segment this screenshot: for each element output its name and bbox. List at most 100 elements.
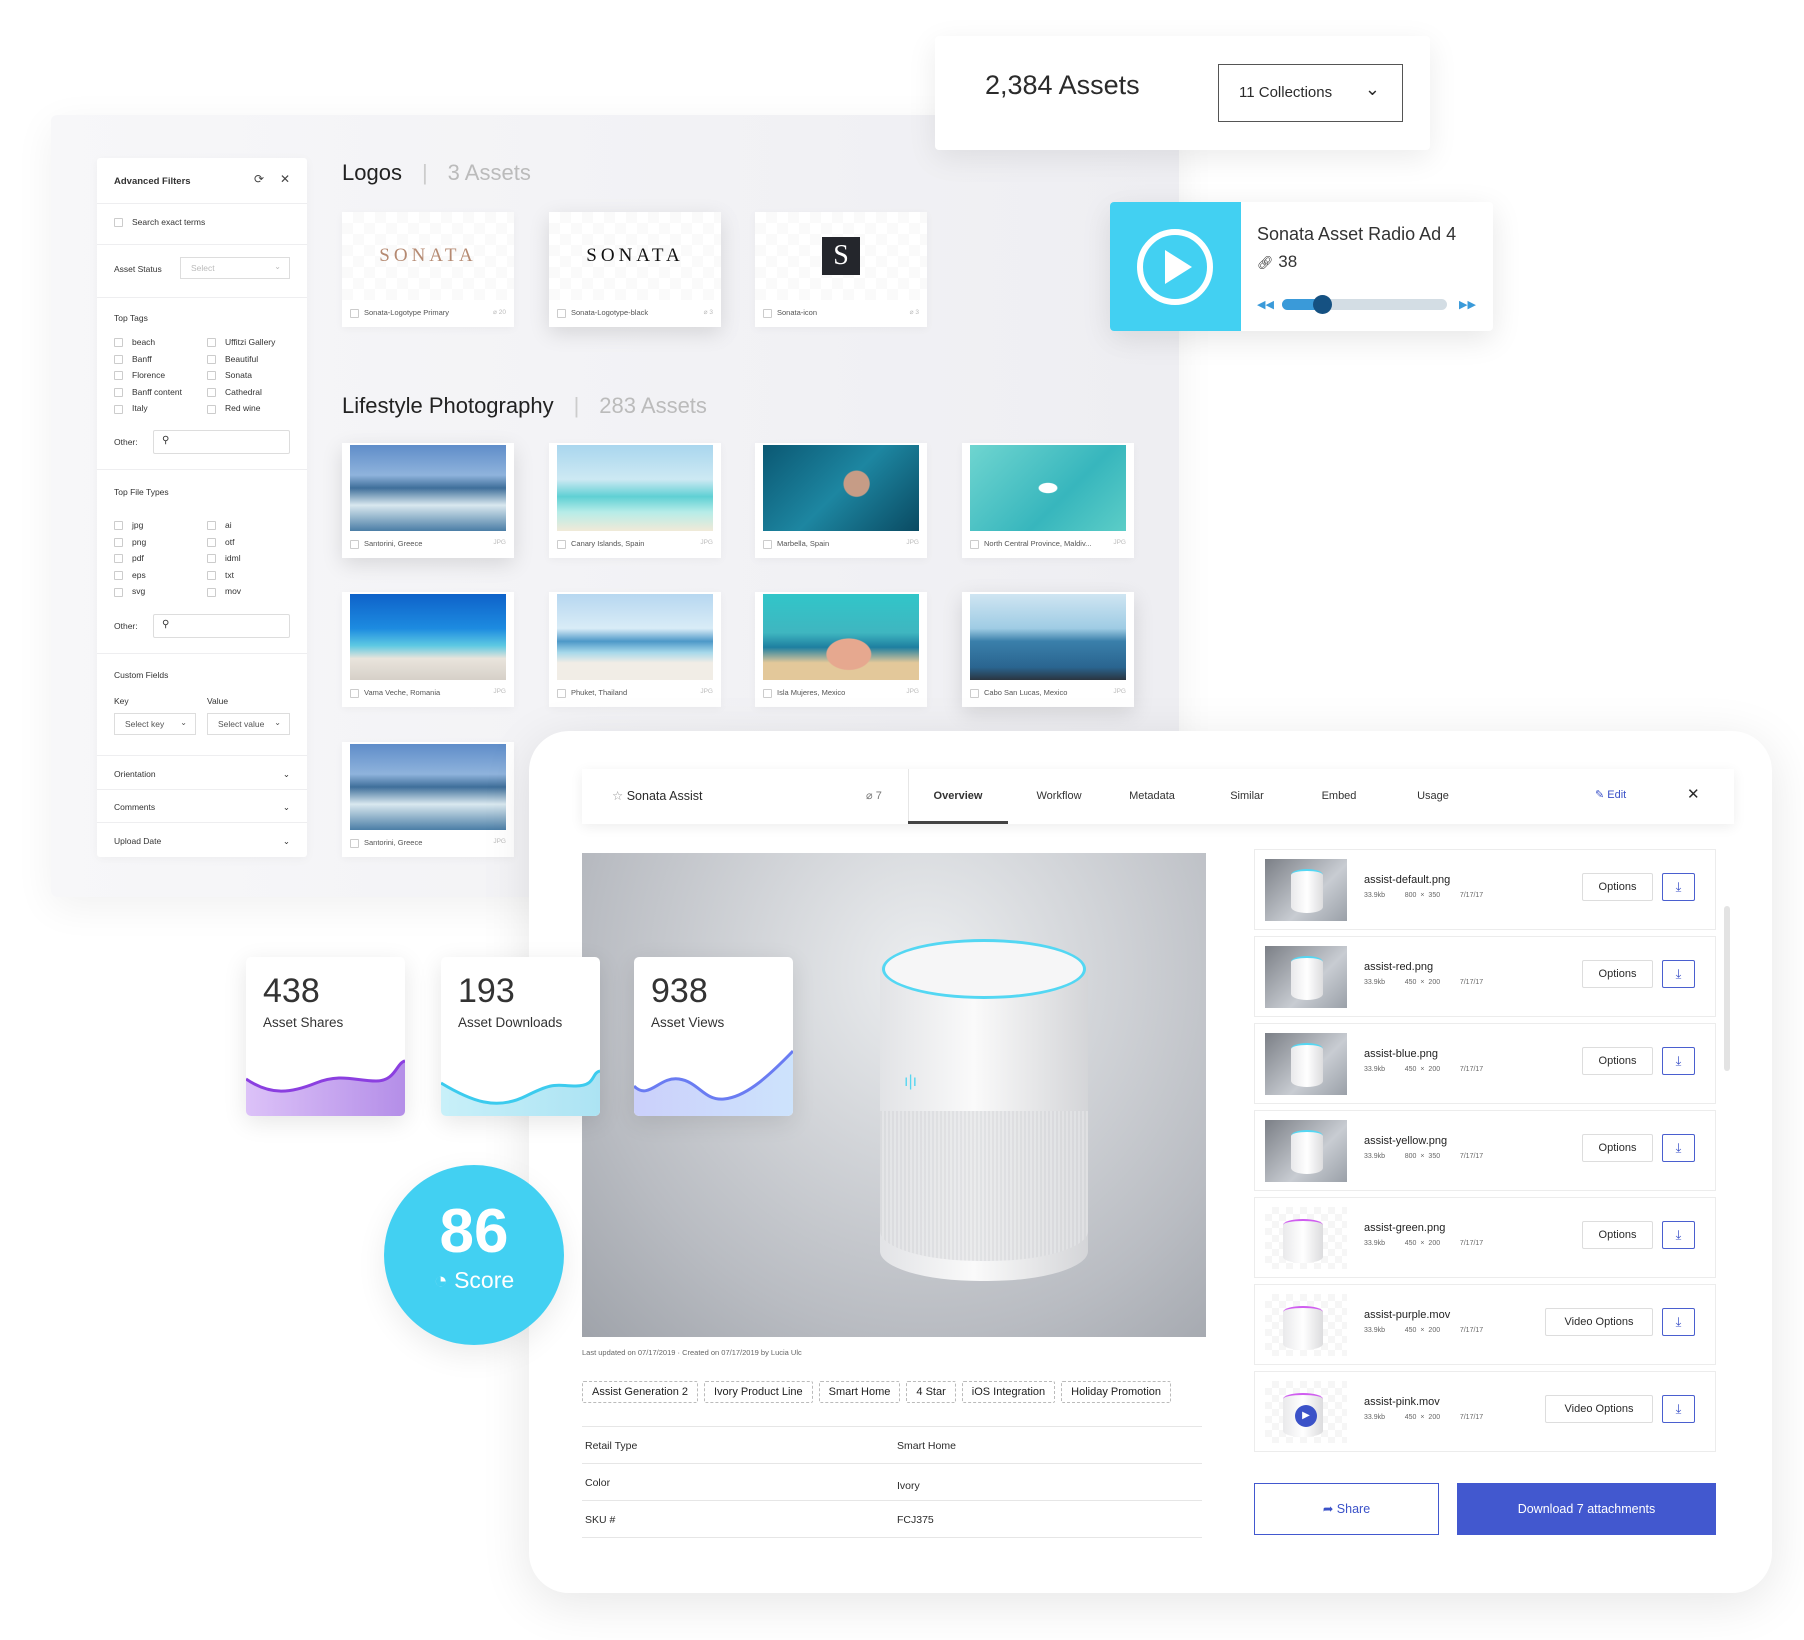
- scrollbar[interactable]: [1724, 906, 1730, 1071]
- checkbox[interactable]: [207, 338, 216, 348]
- checkbox[interactable]: [350, 539, 359, 549]
- filter-checkbox[interactable]: idml: [207, 550, 241, 567]
- star-icon[interactable]: ☆: [612, 789, 623, 803]
- custom-field-value-select[interactable]: Select value ⌄: [207, 713, 290, 735]
- checkbox[interactable]: [350, 308, 359, 318]
- photo-card[interactable]: Isla Mujeres, Mexico JPG: [755, 592, 927, 707]
- filter-checkbox[interactable]: Banff content: [114, 384, 182, 401]
- tab-usage[interactable]: Usage: [1386, 769, 1480, 824]
- tab-overview[interactable]: Overview: [908, 769, 1008, 824]
- checkbox[interactable]: [763, 688, 772, 698]
- logo-card[interactable]: S Sonata-icon ⌀ 3: [755, 212, 927, 327]
- filter-checkbox[interactable]: ai: [207, 517, 241, 534]
- checkbox[interactable]: [970, 688, 979, 698]
- tab-workflow[interactable]: Workflow: [1012, 769, 1106, 824]
- close-icon[interactable]: ✕: [280, 172, 290, 186]
- checkbox[interactable]: [557, 539, 566, 549]
- tab-embed[interactable]: Embed: [1292, 769, 1386, 824]
- photo-card[interactable]: Cabo San Lucas, Mexico JPG: [962, 592, 1134, 707]
- filter-checkbox[interactable]: txt: [207, 567, 241, 584]
- attachment-thumbnail[interactable]: [1265, 1033, 1347, 1095]
- logo-card[interactable]: SONATA Sonata-Logotype Primary ⌀ 20: [342, 212, 514, 327]
- checkbox[interactable]: [763, 539, 772, 549]
- options-button[interactable]: Options: [1582, 873, 1653, 901]
- filter-checkbox[interactable]: otf: [207, 534, 241, 551]
- options-button[interactable]: Options: [1582, 1047, 1653, 1075]
- accordion-orientation[interactable]: Orientation ⌄: [114, 769, 290, 779]
- options-button[interactable]: Options: [1582, 1221, 1653, 1249]
- filter-checkbox[interactable]: mov: [207, 583, 241, 600]
- download-all-button[interactable]: Download 7 attachments: [1457, 1483, 1716, 1535]
- checkbox[interactable]: [114, 388, 123, 398]
- checkbox[interactable]: [114, 571, 123, 581]
- logo-card[interactable]: SONATA Sonata-Logotype-black ⌀ 3: [549, 212, 721, 327]
- download-icon[interactable]: ⤓: [1662, 1221, 1695, 1249]
- checkbox[interactable]: [114, 371, 123, 381]
- asset-status-select[interactable]: Select ⌄: [180, 257, 290, 279]
- photo-card[interactable]: Phuket, Thailand JPG: [549, 592, 721, 707]
- fast-forward-icon[interactable]: ▶▶: [1459, 298, 1476, 311]
- filter-checkbox[interactable]: Beautiful: [207, 351, 275, 368]
- reset-icon[interactable]: ⟳: [254, 172, 264, 186]
- checkbox[interactable]: [114, 554, 123, 564]
- attachment-thumbnail[interactable]: ▶: [1265, 1381, 1347, 1443]
- download-icon[interactable]: ⤓: [1662, 1395, 1695, 1423]
- filter-checkbox[interactable]: eps: [114, 567, 146, 584]
- search-exact-terms-checkbox[interactable]: Search exact terms: [114, 217, 205, 228]
- checkbox[interactable]: [557, 308, 566, 318]
- checkbox[interactable]: [207, 554, 216, 564]
- edit-button[interactable]: ✎ Edit: [1595, 788, 1626, 801]
- filter-checkbox[interactable]: jpg: [114, 517, 146, 534]
- filter-checkbox[interactable]: png: [114, 534, 146, 551]
- play-button[interactable]: [1110, 202, 1241, 331]
- photo-card[interactable]: Marbella, Spain JPG: [755, 443, 927, 558]
- filter-checkbox[interactable]: beach: [114, 334, 182, 351]
- attachment-thumbnail[interactable]: [1265, 946, 1347, 1008]
- tab-similar[interactable]: Similar: [1200, 769, 1294, 824]
- download-icon[interactable]: ⤓: [1662, 960, 1695, 988]
- attachment-thumbnail[interactable]: [1265, 1120, 1347, 1182]
- attachment-thumbnail[interactable]: [1265, 1294, 1347, 1356]
- checkbox[interactable]: [970, 539, 979, 549]
- download-icon[interactable]: ⤓: [1662, 1308, 1695, 1336]
- checkbox[interactable]: [763, 308, 772, 318]
- checkbox[interactable]: [207, 371, 216, 381]
- filter-checkbox[interactable]: Red wine: [207, 400, 275, 417]
- photo-card[interactable]: Canary Islands, Spain JPG: [549, 443, 721, 558]
- other-tags-search-input[interactable]: ⚲: [153, 430, 290, 454]
- checkbox[interactable]: [114, 404, 123, 414]
- custom-field-key-select[interactable]: Select key ⌄: [114, 713, 196, 735]
- video-options-button[interactable]: Video Options: [1545, 1395, 1653, 1423]
- photo-card[interactable]: Vama Veche, Romania JPG: [342, 592, 514, 707]
- checkbox[interactable]: [350, 688, 359, 698]
- attachment-thumbnail[interactable]: [1265, 859, 1347, 921]
- options-button[interactable]: Options: [1582, 960, 1653, 988]
- download-icon[interactable]: ⤓: [1662, 1047, 1695, 1075]
- options-button[interactable]: Options: [1582, 1134, 1653, 1162]
- tag-chip[interactable]: Holiday Promotion: [1061, 1381, 1172, 1403]
- tag-chip[interactable]: iOS Integration: [961, 1381, 1056, 1403]
- tag-chip[interactable]: 4 Star: [906, 1381, 956, 1403]
- accordion-upload-date[interactable]: Upload Date ⌄: [114, 836, 290, 846]
- photo-card[interactable]: Santorini, Greece JPG: [342, 443, 514, 558]
- tag-chip[interactable]: Smart Home: [818, 1381, 901, 1403]
- checkbox[interactable]: [207, 354, 216, 364]
- photo-card[interactable]: North Central Province, Maldiv... JPG: [962, 443, 1134, 558]
- filter-checkbox[interactable]: Sonata: [207, 367, 275, 384]
- filter-checkbox[interactable]: Cathedral: [207, 384, 275, 401]
- checkbox[interactable]: [114, 587, 123, 597]
- checkbox[interactable]: [114, 521, 123, 531]
- slider-handle[interactable]: [1312, 295, 1332, 314]
- download-icon[interactable]: ⤓: [1662, 1134, 1695, 1162]
- play-icon[interactable]: ▶: [1295, 1405, 1317, 1427]
- rewind-icon[interactable]: ◀◀: [1257, 298, 1274, 311]
- collections-dropdown[interactable]: 11 Collections ⌄: [1218, 64, 1403, 122]
- filter-checkbox[interactable]: Uffitzi Gallery: [207, 334, 275, 351]
- checkbox[interactable]: [207, 537, 216, 547]
- checkbox[interactable]: [207, 404, 216, 414]
- other-types-search-input[interactable]: ⚲: [153, 614, 290, 638]
- checkbox[interactable]: [207, 521, 216, 531]
- checkbox[interactable]: [207, 388, 216, 398]
- download-icon[interactable]: ⤓: [1662, 873, 1695, 901]
- checkbox[interactable]: [114, 354, 123, 364]
